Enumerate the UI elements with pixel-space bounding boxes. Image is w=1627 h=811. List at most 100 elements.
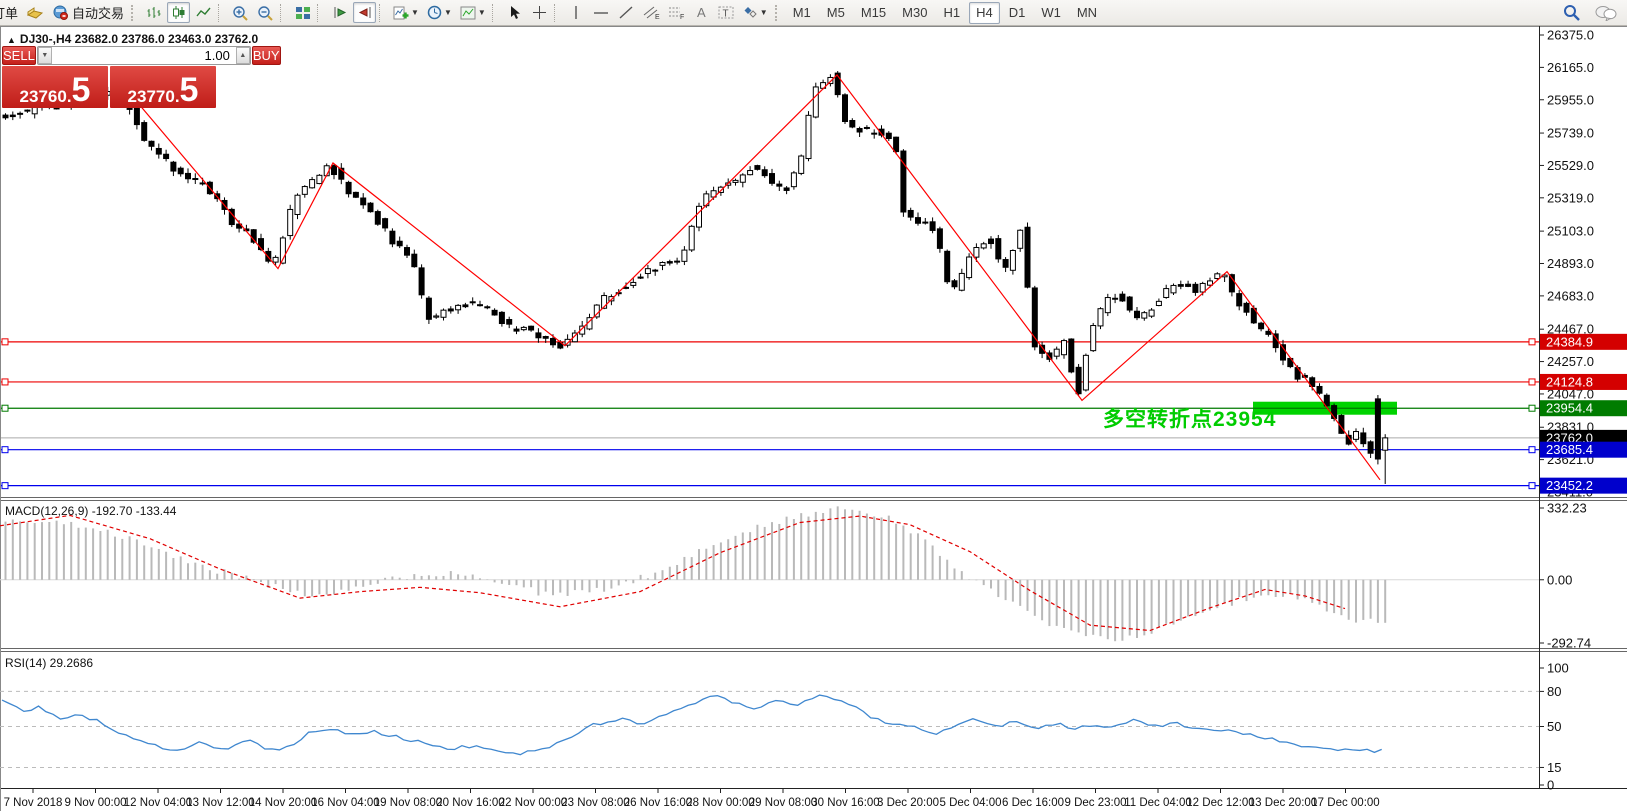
svg-text:22 Nov 00:00: 22 Nov 00:00 (499, 797, 567, 809)
rsi-line (2, 695, 1382, 755)
sell-price-button[interactable]: 23760.5 (2, 66, 108, 108)
buy-price-main: 23770 (128, 88, 175, 105)
svg-text:25319.0: 25319.0 (1547, 190, 1594, 205)
sell-button[interactable]: SELL (2, 46, 36, 65)
toolbar-grip (131, 5, 138, 21)
one-click-trade-panel: SELL ▼ ▲ BUY 23760.5 23770.5 (2, 46, 216, 108)
chart-shift-icon (357, 5, 373, 20)
hline-handle[interactable] (2, 483, 8, 489)
label-tool[interactable]: T (715, 2, 738, 23)
cursor-button[interactable] (503, 2, 526, 23)
fibonacci-tool[interactable]: F (665, 2, 688, 23)
timeframe-h1[interactable]: H1 (936, 2, 967, 24)
new-order-button[interactable]: 订单 (0, 2, 21, 23)
buy-button[interactable]: BUY (252, 46, 281, 65)
gold-icon (26, 6, 44, 20)
sell-price-main: 23760 (20, 88, 67, 105)
chart-title-text: DJ30-,H4 23682.0 23786.0 23463.0 23762.0 (20, 32, 258, 46)
text-icon: A (695, 5, 708, 20)
add-indicator-dropdown[interactable]: ▼ (390, 2, 422, 23)
timeframe-d1[interactable]: D1 (1002, 2, 1033, 24)
time-axis[interactable]: 7 Nov 20189 Nov 00:0012 Nov 04:0013 Nov … (4, 788, 1380, 809)
timeframe-m5[interactable]: M5 (820, 2, 852, 24)
templates-dropdown[interactable]: ▼ (457, 2, 489, 23)
svg-text:7 Nov 2018: 7 Nov 2018 (4, 797, 63, 809)
fibonacci-icon: F (668, 5, 685, 20)
svg-text:16 Nov 04:00: 16 Nov 04:00 (311, 797, 379, 809)
auto-scroll-button[interactable] (328, 2, 351, 23)
svg-text:13 Dec 20:00: 13 Dec 20:00 (1249, 797, 1317, 809)
toolbar-separator (379, 4, 387, 22)
chart-line-button[interactable] (192, 2, 215, 23)
toolbar-right-icons (1563, 4, 1617, 21)
text-tool[interactable]: A (690, 2, 713, 23)
svg-text:26165.0: 26165.0 (1547, 60, 1594, 75)
search-icon[interactable] (1563, 4, 1581, 21)
svg-text:A: A (697, 5, 706, 20)
svg-text:25739.0: 25739.0 (1547, 126, 1594, 141)
buy-price-button[interactable]: 23770.5 (110, 66, 216, 108)
tile-windows-button[interactable] (291, 2, 314, 23)
hline-handle[interactable] (1529, 405, 1535, 411)
volume-increase-button[interactable]: ▲ (236, 47, 250, 64)
vertical-line-tool[interactable] (565, 2, 588, 23)
timeframe-h4[interactable]: H4 (969, 2, 1000, 24)
timeframe-m30[interactable]: M30 (895, 2, 934, 24)
hline-handle[interactable] (1529, 483, 1535, 489)
zoom-in-button[interactable] (229, 2, 252, 23)
pivot-annotation[interactable]: 多空转折点23954 (1103, 403, 1276, 433)
autotrading-button[interactable]: 自动交易 (49, 2, 127, 23)
timeframe-m1[interactable]: M1 (786, 2, 818, 24)
horizontal-line-tool[interactable] (590, 2, 613, 23)
svg-text:13 Nov 12:00: 13 Nov 12:00 (186, 797, 254, 809)
periods-dropdown[interactable]: ▼ (424, 2, 455, 23)
macd-label: MACD(12,26,9) -192.70 -133.44 (5, 504, 176, 518)
cursor-icon (508, 5, 521, 20)
arrows-dropdown[interactable]: ▼ (740, 2, 771, 23)
svg-text:0: 0 (1547, 778, 1554, 793)
hline-handle[interactable] (1529, 339, 1535, 345)
chart-shift-button[interactable] (353, 2, 376, 23)
rsi-panel: 1008050150 (0, 661, 1569, 793)
chart-candles-button[interactable] (167, 2, 190, 23)
chat-icon[interactable] (1595, 5, 1617, 21)
tile-windows-icon (295, 6, 311, 20)
new-order-label: 订单 (0, 3, 18, 22)
hline-handle[interactable] (1529, 379, 1535, 385)
svg-text:26 Nov 16:00: 26 Nov 16:00 (624, 797, 692, 809)
trendline-tool[interactable] (615, 2, 638, 23)
gold-book-icon[interactable] (23, 2, 47, 23)
collapse-triangle-icon[interactable]: ▲ (7, 35, 16, 45)
timeframe-mn[interactable]: MN (1070, 2, 1104, 24)
toolbar-separator (218, 4, 226, 22)
hline-handle[interactable] (2, 379, 8, 385)
hline-handle[interactable] (1529, 447, 1535, 453)
svg-text:19 Nov 08:00: 19 Nov 08:00 (374, 797, 442, 809)
svg-text:5 Dec 04:00: 5 Dec 04:00 (939, 797, 1001, 809)
channel-tool[interactable]: E (640, 2, 663, 23)
dropdown-arrow-icon: ▼ (760, 8, 768, 17)
clock-icon (427, 5, 442, 20)
svg-text:28 Nov 00:00: 28 Nov 00:00 (686, 797, 754, 809)
svg-text:23 Nov 08:00: 23 Nov 08:00 (561, 797, 629, 809)
text-label-icon: T (718, 5, 734, 20)
add-indicator-icon (393, 5, 409, 20)
volume-decrease-button[interactable]: ▼ (38, 47, 52, 64)
svg-text:T: T (723, 9, 729, 20)
toolbar-separator (492, 4, 500, 22)
chart-window: 26375.026165.025955.025739.025529.025319… (0, 26, 1627, 811)
crosshair-button[interactable] (528, 2, 551, 23)
chart-bars-button[interactable] (142, 2, 165, 23)
svg-text:14 Nov 20:00: 14 Nov 20:00 (249, 797, 317, 809)
svg-text:11 Dec 04:00: 11 Dec 04:00 (1124, 797, 1192, 809)
zoom-out-button[interactable] (254, 2, 277, 23)
volume-input[interactable] (52, 47, 236, 64)
timeframe-m15[interactable]: M15 (854, 2, 893, 24)
timeframe-w1[interactable]: W1 (1034, 2, 1068, 24)
hline-handle[interactable] (2, 405, 8, 411)
hline-handle[interactable] (2, 339, 8, 345)
hline-handle[interactable] (2, 447, 8, 453)
svg-text:25529.0: 25529.0 (1547, 158, 1594, 173)
chart-canvas[interactable]: 26375.026165.025955.025739.025529.025319… (0, 26, 1627, 811)
svg-text:30 Nov 16:00: 30 Nov 16:00 (811, 797, 879, 809)
